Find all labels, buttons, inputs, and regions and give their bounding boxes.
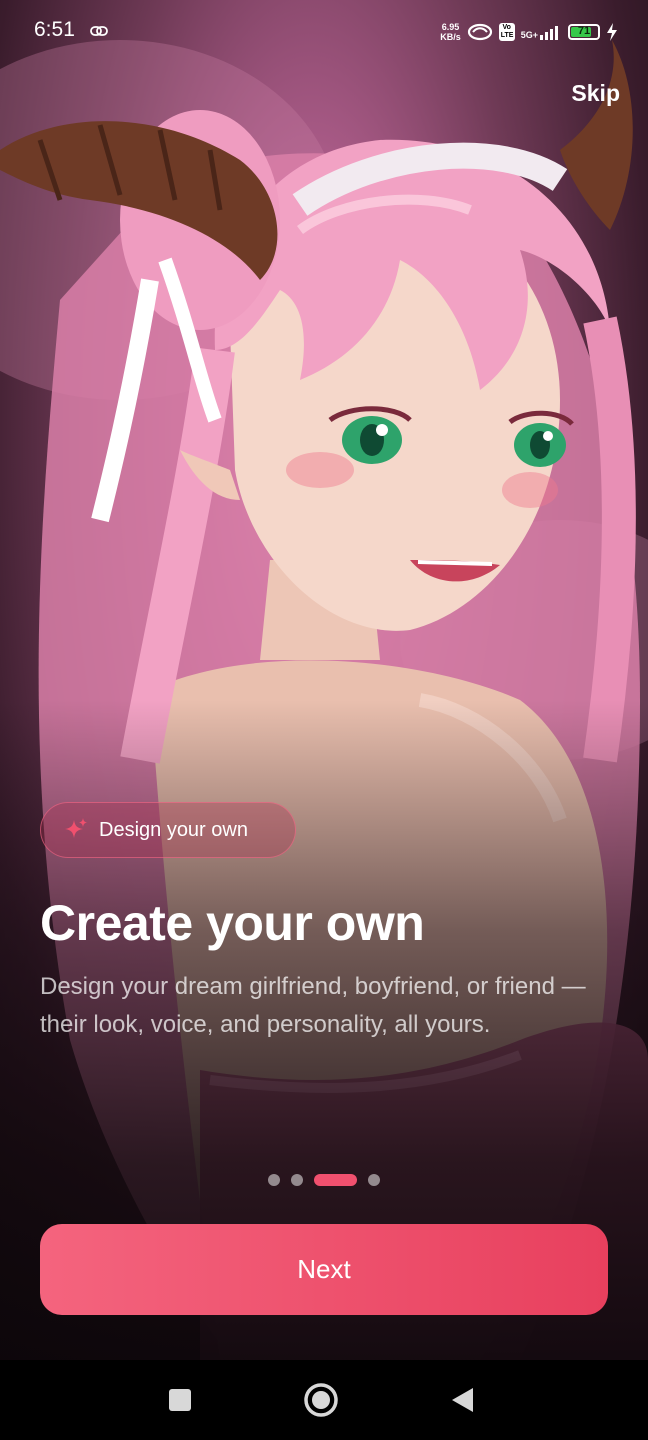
sparkle-icon: [65, 818, 87, 838]
next-button[interactable]: Next: [40, 1224, 608, 1315]
pager-dot: [268, 1174, 280, 1186]
skip-button[interactable]: Skip: [571, 80, 620, 107]
pager-dot: [368, 1174, 380, 1186]
home-circle-icon: [304, 1383, 338, 1417]
status-icons: 6.95 KB/s Vo LTE 5G+ 71: [440, 16, 618, 48]
hotspot-icon: [467, 23, 492, 41]
network-speed-unit: KB/s: [440, 32, 461, 42]
network-speed-value: 6.95: [441, 22, 460, 32]
status-time: 6:51: [34, 18, 75, 41]
battery-icon: 71: [568, 24, 600, 40]
recents-button[interactable]: [160, 1380, 200, 1420]
back-triangle-icon: [452, 1388, 473, 1412]
network-speed: 6.95 KB/s: [440, 22, 461, 42]
signal-icon: [540, 26, 558, 40]
battery-level: 71: [577, 25, 591, 37]
recents-square-icon: [169, 1389, 191, 1411]
page-title: Create your own: [40, 895, 425, 951]
home-button[interactable]: [301, 1380, 341, 1420]
network-type: 5G+: [520, 30, 538, 40]
status-bar: 6:51 6.95 KB/s Vo LTE 5G+ 71: [0, 0, 648, 64]
system-nav-bar: [0, 1360, 648, 1440]
volte-label: Vo LTE: [500, 24, 514, 39]
pager-dot: [291, 1174, 303, 1186]
pager-dot-active: [314, 1174, 357, 1186]
page-description: Design your dream girlfriend, boyfriend,…: [40, 973, 586, 1038]
feature-badge: Design your own: [40, 802, 296, 858]
signal-group: 5G+: [521, 24, 562, 40]
feature-badge-label: Design your own: [99, 818, 248, 841]
pager-indicator: [268, 1174, 380, 1186]
charging-icon: [607, 23, 617, 41]
back-button[interactable]: [442, 1380, 482, 1420]
link-icon: [90, 26, 108, 36]
volte-icon: Vo LTE: [498, 23, 515, 41]
onboarding-screen: 6:51 6.95 KB/s Vo LTE 5G+ 71 Skip Design…: [0, 0, 648, 1360]
